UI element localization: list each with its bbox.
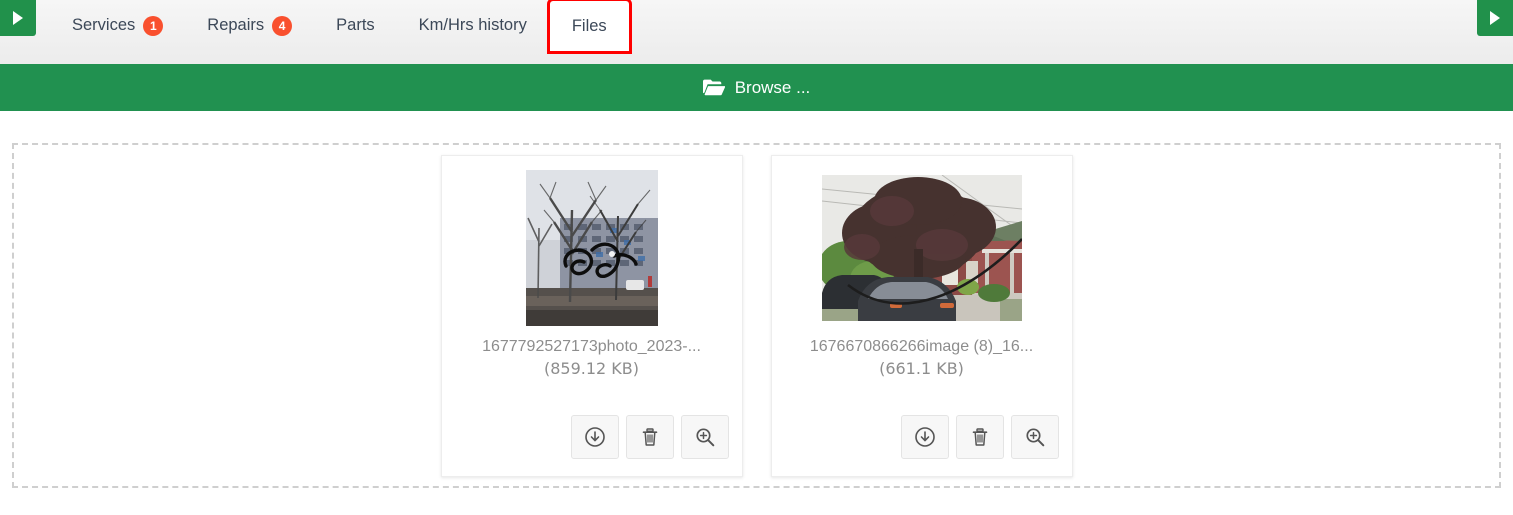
tab-files[interactable]: Files bbox=[546, 0, 632, 54]
file-actions bbox=[900, 415, 1059, 459]
download-button[interactable] bbox=[570, 415, 619, 459]
file-dropzone[interactable]: 1677792527173photo_2023-... (859.12 KB) bbox=[12, 143, 1501, 488]
file-card[interactable]: 1676670866266image (8)_16... (661.1 KB) bbox=[770, 155, 1073, 477]
triangle-right-icon bbox=[13, 11, 23, 25]
tab-parts[interactable]: Parts bbox=[314, 0, 397, 51]
file-thumbnail-wrapper bbox=[821, 170, 1022, 326]
browse-label: Browse ... bbox=[734, 77, 811, 97]
tab-label: Files bbox=[571, 16, 607, 35]
file-actions bbox=[570, 415, 729, 459]
file-thumbnail bbox=[525, 170, 658, 326]
file-thumbnail bbox=[821, 175, 1022, 321]
delete-button[interactable] bbox=[625, 415, 674, 459]
tab-label: Km/Hrs history bbox=[418, 16, 527, 35]
download-button[interactable] bbox=[900, 415, 949, 459]
tab-label: Services bbox=[72, 16, 136, 35]
preview-button[interactable] bbox=[1010, 415, 1059, 459]
file-thumbnail-wrapper bbox=[525, 170, 658, 326]
tab-repairs[interactable]: Repairs 4 bbox=[185, 0, 314, 51]
tab-badge: 1 bbox=[143, 15, 164, 36]
zoom-in-icon bbox=[1024, 426, 1046, 448]
tab-list: Services 1 Repairs 4 Parts Km/Hrs history File… bbox=[50, 0, 632, 64]
file-name: 1676670866266image (8)_16... bbox=[809, 338, 1034, 355]
zoom-in-icon bbox=[694, 426, 716, 448]
delete-button[interactable] bbox=[955, 415, 1004, 459]
tab-strip: Services 1 Repairs 4 Parts Km/Hrs history File… bbox=[0, 0, 1513, 64]
tab-km-hrs-history[interactable]: Km/Hrs history bbox=[397, 0, 549, 51]
tabs-scroll-right-button[interactable] bbox=[1477, 0, 1513, 36]
file-name: 1677792527173photo_2023-... bbox=[482, 338, 701, 355]
file-size: (859.12 KB) bbox=[543, 358, 640, 378]
tabs-scroll-left-button[interactable] bbox=[0, 0, 36, 36]
tab-label: Repairs bbox=[207, 16, 265, 35]
download-circle-icon bbox=[584, 426, 606, 448]
download-circle-icon bbox=[914, 426, 936, 448]
file-size: (661.1 KB) bbox=[879, 358, 964, 378]
browse-button[interactable]: Browse ... bbox=[0, 64, 1513, 111]
triangle-right-icon bbox=[1490, 11, 1500, 25]
trash-icon bbox=[969, 426, 991, 448]
trash-icon bbox=[639, 426, 661, 448]
open-folder-icon bbox=[702, 79, 725, 96]
tab-services[interactable]: Services 1 bbox=[50, 0, 185, 51]
tab-label: Parts bbox=[336, 16, 375, 35]
tab-badge: 4 bbox=[272, 15, 293, 36]
preview-button[interactable] bbox=[680, 415, 729, 459]
file-card[interactable]: 1677792527173photo_2023-... (859.12 KB) bbox=[440, 155, 743, 477]
